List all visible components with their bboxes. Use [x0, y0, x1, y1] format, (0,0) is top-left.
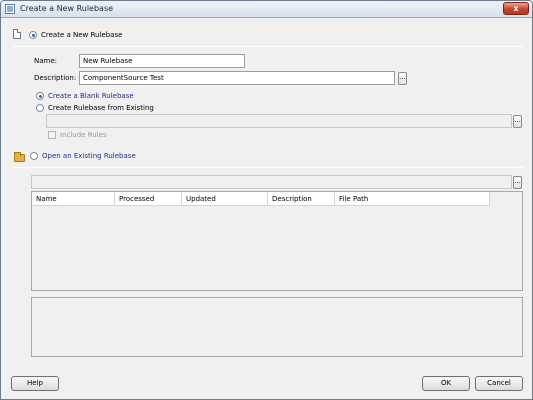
from-existing-label[interactable]: Create Rulebase from Existing	[48, 104, 154, 112]
window-icon	[5, 4, 15, 14]
rulebase-details-panel	[31, 297, 523, 357]
open-existing-radio[interactable]	[30, 152, 38, 160]
open-folder-icon	[14, 152, 25, 162]
include-rules-label[interactable]: Include Rules	[60, 131, 107, 139]
column-header-updated[interactable]: Updated	[182, 192, 268, 206]
title-bar[interactable]: Create a New Rulebase x	[1, 1, 532, 18]
window-title: Create a New Rulebase	[20, 4, 114, 13]
column-header-description[interactable]: Description	[268, 192, 335, 206]
rulebase-table[interactable]: Name Processed Updated Description File …	[31, 191, 523, 291]
name-label: Name:	[34, 57, 58, 65]
description-label: Description:	[34, 74, 77, 82]
column-header-processed[interactable]: Processed	[115, 192, 182, 206]
dialog-window: Create a New Rulebase x Create a New Rul…	[0, 0, 533, 400]
description-field[interactable]: ComponentSource Test	[79, 71, 395, 85]
table-header: Name Processed Updated Description File …	[32, 192, 490, 206]
create-new-label[interactable]: Create a New Rulebase	[41, 31, 122, 39]
blank-rulebase-label[interactable]: Create a Blank Rulebase	[48, 92, 134, 100]
cancel-button[interactable]: Cancel	[475, 376, 523, 391]
open-rulebase-path-field[interactable]	[31, 175, 512, 189]
name-field[interactable]: New Rulebase	[79, 54, 245, 68]
include-rules-checkbox[interactable]	[48, 131, 56, 139]
existing-rulebase-browse-button[interactable]: ...	[513, 115, 522, 128]
ok-button[interactable]: OK	[422, 376, 470, 391]
create-new-separator	[13, 46, 523, 47]
new-document-icon	[13, 29, 21, 39]
description-browse-button[interactable]: ...	[398, 72, 407, 85]
blank-rulebase-radio[interactable]	[36, 92, 44, 100]
column-header-file-path[interactable]: File Path	[335, 192, 490, 206]
open-existing-label[interactable]: Open an Existing Rulebase	[42, 152, 136, 160]
open-existing-separator	[13, 167, 523, 168]
open-rulebase-browse-button[interactable]: ...	[513, 176, 522, 189]
existing-rulebase-path-field[interactable]	[46, 114, 512, 128]
column-header-name[interactable]: Name	[32, 192, 115, 206]
close-button[interactable]: x	[503, 2, 529, 15]
create-new-radio[interactable]	[29, 31, 37, 39]
help-button[interactable]: Help	[11, 376, 59, 391]
from-existing-radio[interactable]	[36, 104, 44, 112]
